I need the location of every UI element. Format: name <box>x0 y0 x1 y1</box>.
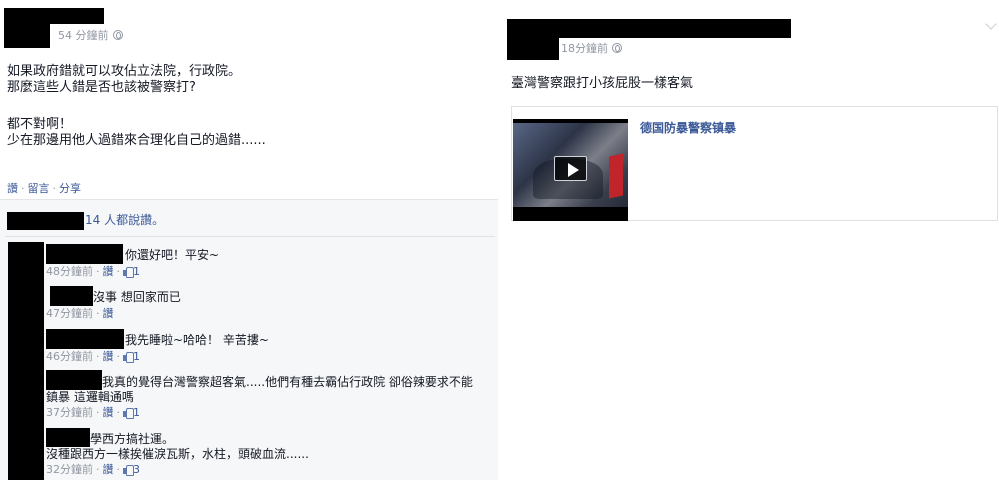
comment-like-count[interactable]: 1 <box>133 406 140 419</box>
meta-separator: · <box>96 350 100 363</box>
meta-separator: · <box>116 406 121 419</box>
post-text-line: 那麼這些人錯是否也該被警察打? <box>7 80 196 95</box>
comment-timestamp[interactable]: 47分鐘前 <box>46 307 93 320</box>
post-timestamp[interactable]: 54 分鐘前 <box>58 29 109 42</box>
author-name-redacted[interactable] <box>4 8 104 24</box>
like-link[interactable]: 讚 <box>7 182 18 195</box>
comment-like-count[interactable]: 1 <box>133 265 140 278</box>
comment: 我真的覺得台灣警察超客氣.....他們有種去霸佔行政院 卻俗辣要求不能 鎮暴 這… <box>46 370 496 424</box>
comment-text: 沒種跟西方一樣挨催淚瓦斯，水柱，頭破血流...... <box>46 447 309 461</box>
thumbnail-letterbox <box>513 207 628 221</box>
thumbs-up-icon <box>123 408 134 419</box>
post-meta: 18分鐘前 <box>561 40 622 56</box>
post-text-line: 如果政府錯就可以攻佔立法院，行政院。 <box>7 64 242 79</box>
comment: 你還好吧！平安~ 48分鐘前 · 讚 · 1 <box>46 244 496 284</box>
red-flag-image <box>609 153 623 199</box>
comment-meta: 47分鐘前 · 讚 <box>46 307 114 321</box>
comment-like-count[interactable]: 3 <box>133 463 140 476</box>
share-card-title[interactable]: 德国防暴警察镇暴 <box>640 119 736 136</box>
commenter-name-redacted[interactable] <box>46 428 90 447</box>
likes-summary-text[interactable]: 14 人都說讚。 <box>85 213 164 228</box>
meta-separator: · <box>116 350 121 363</box>
comment-like-link[interactable]: 讚 <box>103 463 114 476</box>
globe-icon[interactable] <box>112 30 123 40</box>
post-text-line: 都不對啊！ <box>7 117 73 132</box>
thumbs-up-icon <box>123 465 134 476</box>
chevron-down-icon[interactable] <box>985 18 997 30</box>
right-post: 18分鐘前 臺灣警察跟打小孩屁股一樣客氣 德国防暴警察镇暴 <box>500 0 999 480</box>
comment-meta: 37分鐘前 · 讚 · 1 <box>46 406 140 420</box>
likes-divider <box>5 236 495 237</box>
comment-meta: 46分鐘前 · 讚 · 1 <box>46 350 140 364</box>
comment-like-link[interactable]: 讚 <box>103 406 114 419</box>
comment-timestamp[interactable]: 48分鐘前 <box>46 265 93 278</box>
comment-timestamp[interactable]: 32分鐘前 <box>46 463 93 476</box>
comment-meta: 32分鐘前 · 讚 · 3 <box>46 463 140 477</box>
post-text-line <box>7 96 487 112</box>
post-body: 如果政府錯就可以攻佔立法院，行政院。 那麼這些人錯是否也該被警察打? 都不對啊！… <box>7 64 487 149</box>
comment: 沒事 想回家而已 47分鐘前 · 讚 <box>46 286 496 326</box>
comment-like-link[interactable]: 讚 <box>103 265 114 278</box>
share-link[interactable]: 分享 <box>59 182 81 195</box>
globe-icon[interactable] <box>612 43 622 53</box>
comment-text: 學西方搞社運。 <box>90 432 175 446</box>
post-body: 臺灣警察跟打小孩屁股一樣客氣 <box>511 76 694 91</box>
meta-separator: · <box>96 406 100 419</box>
comment-timestamp[interactable]: 37分鐘前 <box>46 406 93 419</box>
comment-text: 鎮暴 這邏輯通嗎 <box>46 390 134 404</box>
commenter-avatars-redacted <box>8 242 44 480</box>
commenter-name-redacted[interactable] <box>50 286 93 306</box>
post-timestamp[interactable]: 18分鐘前 <box>561 42 608 55</box>
commenter-name-redacted[interactable] <box>46 244 123 264</box>
thumbnail-letterbox <box>513 119 628 123</box>
author-avatar-redacted[interactable] <box>4 24 50 48</box>
comment-text: 你還好吧！平安~ <box>125 248 220 262</box>
comment: 我先睡啦~哈哈！ 辛苦摟~ 46分鐘前 · 讚 · 1 <box>46 329 496 369</box>
commenter-name-redacted[interactable] <box>46 370 102 390</box>
comment-link[interactable]: 留言 <box>28 182 50 195</box>
liker-names-redacted[interactable] <box>7 212 84 230</box>
author-avatar-redacted[interactable] <box>507 38 559 60</box>
post-actions: 讚 · 留言 · 分享 <box>7 180 81 196</box>
comment-text: 沒事 想回家而已 <box>93 290 181 304</box>
comment: 學西方搞社運。 沒種跟西方一樣挨催淚瓦斯，水柱，頭破血流...... 32分鐘前… <box>46 428 496 480</box>
comment-like-count[interactable]: 1 <box>133 350 140 363</box>
left-post: 54 分鐘前 如果政府錯就可以攻佔立法院，行政院。 那麼這些人錯是否也該被警察打… <box>0 0 500 480</box>
action-separator: · <box>21 182 25 195</box>
comment-meta: 48分鐘前 · 讚 · 1 <box>46 265 140 279</box>
comment-text: 我真的覺得台灣警察超客氣.....他們有種去霸佔行政院 卻俗辣要求不能 <box>102 375 473 389</box>
action-separator: · <box>52 182 57 195</box>
play-icon[interactable] <box>554 156 587 181</box>
comment-text: 我先睡啦~哈哈！ 辛苦摟~ <box>125 333 269 347</box>
post-meta: 54 分鐘前 <box>58 27 123 43</box>
author-name-redacted[interactable] <box>507 19 791 38</box>
comment-timestamp[interactable]: 46分鐘前 <box>46 350 93 363</box>
shared-video-card[interactable]: 德国防暴警察镇暴 <box>511 106 998 221</box>
comment-like-link[interactable]: 讚 <box>103 350 114 363</box>
comment-like-link[interactable]: 讚 <box>103 307 114 320</box>
thumbs-up-icon <box>123 267 134 278</box>
meta-separator: · <box>116 463 121 476</box>
meta-separator: · <box>96 265 100 278</box>
commenter-name-redacted[interactable] <box>46 329 124 349</box>
meta-separator: · <box>96 463 100 476</box>
post-text-line: 少在那邊用他人過錯來合理化自己的過錯...... <box>7 133 266 148</box>
thumbs-up-icon <box>123 352 134 363</box>
meta-separator: · <box>96 307 100 320</box>
meta-separator: · <box>116 265 121 278</box>
video-thumbnail[interactable] <box>513 119 628 221</box>
